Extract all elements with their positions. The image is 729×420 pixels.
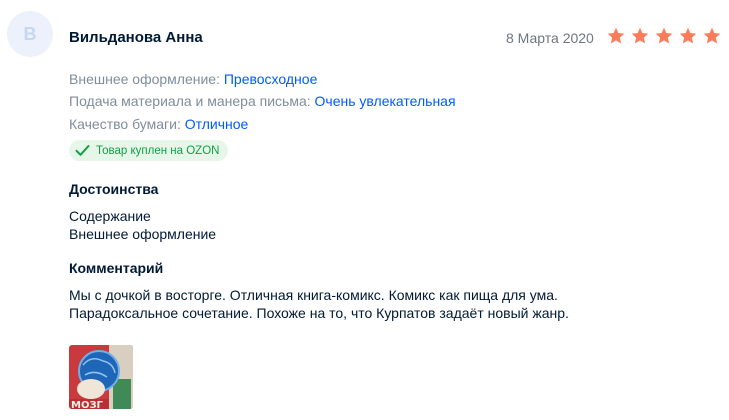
checkmark-icon (75, 144, 90, 157)
comment-title: Комментарий (69, 260, 164, 276)
avatar: В (7, 11, 53, 57)
advantages-title: Достоинства (69, 181, 159, 197)
param-label: Подача материала и манера письма: (69, 93, 311, 109)
param-writing-style: Подача материала и манера письма: Очень … (69, 93, 456, 109)
badge-label: Товар куплен на OZON (96, 144, 220, 157)
advantage-item: Содержание (69, 208, 151, 224)
review-author-name: Вильданова Анна (69, 29, 203, 46)
star-icon (702, 26, 722, 46)
rating-stars (606, 26, 722, 46)
star-icon (630, 26, 650, 46)
photo-caption: МОЗГ (71, 400, 104, 409)
advantage-item: Внешнее оформление (69, 226, 217, 242)
param-label: Качество бумаги: (69, 116, 181, 132)
review-date: 8 Марта 2020 (506, 30, 594, 46)
star-icon (678, 26, 698, 46)
avatar-letter: В (23, 23, 37, 44)
param-design: Внешнее оформление: Превосходное (69, 71, 317, 87)
param-value: Превосходное (223, 71, 318, 87)
param-value: Отличное (184, 116, 249, 132)
param-label: Внешнее оформление: (69, 71, 220, 87)
star-icon (606, 26, 626, 46)
param-value: Очень увлекательная (314, 93, 456, 109)
comment-text: Мы с дочкой в восторге. Отличная книга-к… (69, 287, 569, 321)
param-paper-quality: Качество бумаги: Отличное (69, 116, 248, 132)
verified-purchase-badge: Товар куплен на OZON (69, 140, 229, 161)
review-photo-thumbnail[interactable]: МОЗГ (69, 345, 133, 409)
star-icon (654, 26, 674, 46)
